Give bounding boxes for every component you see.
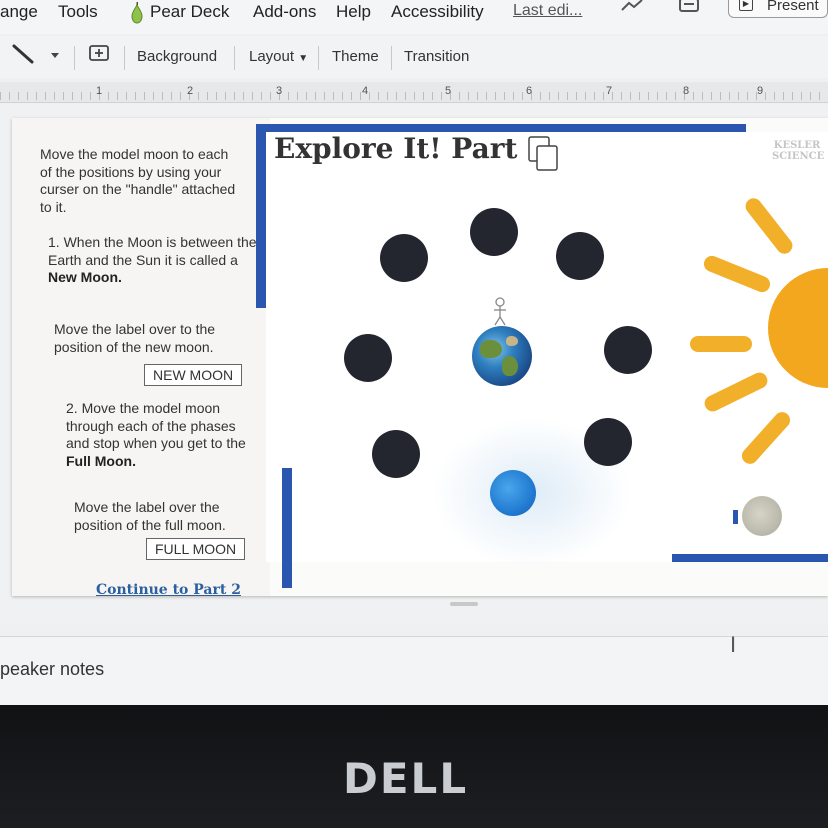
moon-position-top-right[interactable]	[556, 232, 604, 280]
sun-ray	[690, 336, 752, 352]
slide[interactable]: Move the model moon to each of the posit…	[12, 118, 828, 596]
earth	[472, 326, 532, 386]
resize-handle[interactable]	[450, 602, 478, 606]
ruler-number: 6	[526, 85, 533, 97]
step-1-text: 1. When the Moon is between the Earth an…	[48, 234, 257, 268]
step-2-text: 2. Move the model moon through each of t…	[66, 400, 246, 451]
model-moon-handle[interactable]	[490, 470, 536, 516]
ruler-number: 9	[757, 85, 764, 97]
moon-position-top[interactable]	[470, 208, 518, 256]
ruler-number: 7	[606, 85, 613, 97]
chevron-down-icon: ▼	[298, 53, 309, 64]
moon-position-bottom-right[interactable]	[584, 418, 632, 466]
move-full-moon-instruction: Move the label over the position of the …	[74, 499, 226, 533]
moon-position-bottom-left[interactable]	[372, 430, 420, 478]
toolbar-divider	[391, 46, 392, 70]
last-edit-link[interactable]: Last edi...	[513, 2, 582, 20]
full-moon-label[interactable]: FULL MOON	[146, 538, 246, 560]
move-new-moon-instruction: Move the label over to the position of t…	[54, 321, 216, 355]
toolbar: Background Layout ▼ Theme Transition	[0, 36, 828, 78]
app-screen: ange Tools Pear Deck Add-ons Help Access…	[0, 0, 828, 705]
toolbar-divider	[124, 46, 125, 70]
present-button[interactable]: ▶ Present	[728, 0, 828, 18]
slide-title: Explore It! Part 1	[274, 132, 547, 165]
frame-border-bottom	[672, 554, 828, 562]
instructions-panel: Move the model moon to each of the posit…	[12, 118, 270, 596]
background-button[interactable]: Background	[137, 48, 217, 65]
comments-icon[interactable]	[678, 0, 700, 14]
frame-border-top	[256, 124, 746, 132]
earth-landmass	[502, 356, 518, 376]
transition-button[interactable]: Transition	[404, 48, 469, 65]
moon-position-right[interactable]	[604, 326, 652, 374]
moon-position-top-left[interactable]	[380, 234, 428, 282]
logo-line-2: SCIENCE	[772, 151, 825, 162]
earth-landmass	[506, 336, 518, 346]
full-moon	[742, 496, 782, 536]
ruler-number: 4	[362, 85, 369, 97]
speaker-notes-panel[interactable]: peaker notes	[0, 636, 828, 705]
layout-button[interactable]: Layout ▼	[249, 48, 308, 65]
continue-link[interactable]: Continue to Part 2	[96, 582, 241, 596]
intro-instruction: Move the model moon to each of the posit…	[40, 146, 236, 215]
ruler-number: 1	[96, 85, 103, 97]
toolbar-divider	[234, 46, 235, 70]
frame-border-left	[256, 124, 266, 308]
frame-border-left-lower	[282, 468, 292, 588]
activity-trend-icon[interactable]	[620, 0, 644, 12]
pear-deck-icon	[131, 2, 143, 24]
toolbar-divider	[318, 46, 319, 70]
text-cursor-icon: I	[730, 632, 737, 657]
step-2-instruction: 2. Move the model moon through each of t…	[66, 400, 256, 470]
full-moon-drag-handle[interactable]	[733, 510, 738, 524]
step-1-bold: New Moon.	[48, 269, 122, 285]
speaker-notes-placeholder: peaker notes	[0, 659, 105, 679]
copy-icon[interactable]	[526, 134, 560, 174]
ruler-number: 8	[683, 85, 690, 97]
ruler-ticks	[0, 92, 828, 100]
ruler-number: 3	[276, 85, 283, 97]
horizontal-ruler[interactable]: 1 2 3 4 5 6 7 8 9	[0, 82, 828, 103]
step-2-bold: Full Moon.	[66, 452, 136, 469]
theme-button[interactable]: Theme	[332, 48, 379, 65]
line-tool-icon[interactable]	[10, 42, 36, 68]
menu-arrange[interactable]: ange	[0, 2, 38, 22]
menu-accessibility[interactable]: Accessibility	[391, 2, 484, 22]
step-1-instruction: 1. When the Moon is between the Earth an…	[48, 234, 260, 287]
ruler-number: 2	[187, 85, 194, 97]
kesler-science-logo: KESLER SCIENCE	[772, 140, 825, 166]
moon-position-left[interactable]	[344, 334, 392, 382]
new-moon-label[interactable]: NEW MOON	[144, 364, 243, 386]
layout-label: Layout	[249, 48, 295, 65]
present-label: Present	[767, 0, 819, 14]
chevron-down-icon[interactable]	[50, 52, 60, 60]
earth-landmass	[480, 340, 502, 358]
logo-line-1: KESLER	[773, 140, 821, 151]
menu-pear-deck[interactable]: Pear Deck	[150, 2, 229, 22]
dell-logo: DELL	[343, 754, 469, 803]
add-comment-icon[interactable]	[88, 44, 110, 64]
ruler-number: 5	[445, 85, 452, 97]
toolbar-divider	[74, 46, 75, 70]
menu-bar: ange Tools Pear Deck Add-ons Help Access…	[0, 0, 828, 34]
present-icon: ▶	[739, 0, 753, 11]
menu-add-ons[interactable]: Add-ons	[253, 2, 316, 22]
menu-help[interactable]: Help	[336, 2, 371, 22]
menu-tools[interactable]: Tools	[58, 2, 98, 22]
observer-figure-icon	[494, 297, 506, 326]
